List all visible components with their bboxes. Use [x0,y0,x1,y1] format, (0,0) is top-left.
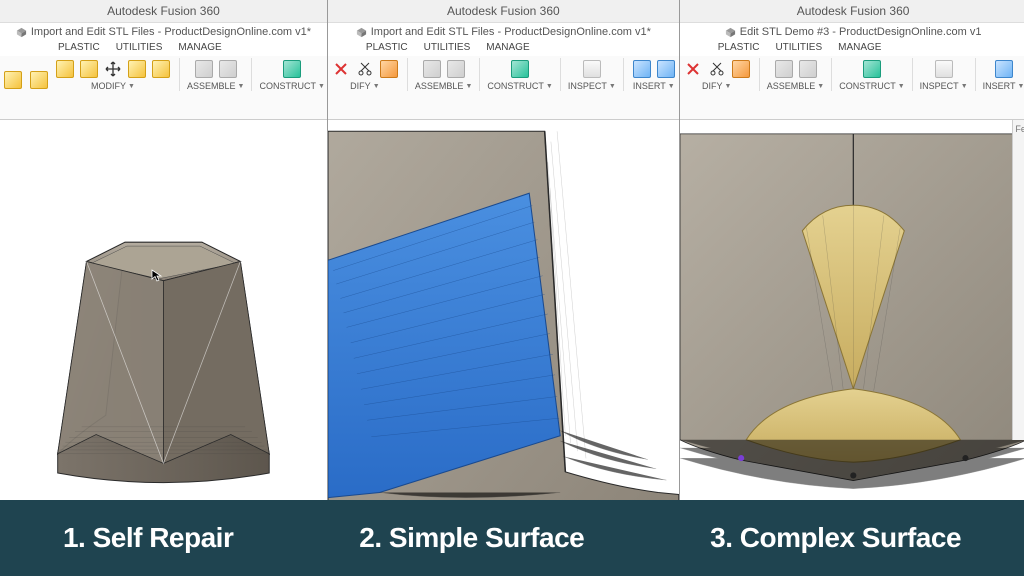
group-construct[interactable]: CONSTRUCT▼ [259,81,324,91]
tool-hole[interactable] [126,58,148,80]
tool-assemble-joint[interactable] [445,58,467,80]
ribbon-header: PLASTIC UTILITIES MANAGE [328,41,679,56]
tool-construct-plane[interactable] [281,58,303,80]
ribbon-tab-manage[interactable]: MANAGE [478,41,537,54]
document-title: Edit STL Demo #3 - ProductDesignOnline.c… [680,23,1024,41]
ribbon-tab-utilities[interactable]: UTILITIES [416,41,479,54]
document-icon [16,27,27,38]
group-inspect[interactable]: INSPECT▼ [920,81,968,91]
ribbon-tab-plastic[interactable]: PLASTIC [50,41,108,54]
app-title: Autodesk Fusion 360 [0,0,327,23]
document-title: Import and Edit STL Files - ProductDesig… [328,23,679,41]
document-icon [356,27,367,38]
tool-combine[interactable] [150,58,172,80]
ribbon-tab-plastic[interactable]: PLASTIC [358,41,416,54]
ribbon-toolbar: MODIFY▼ ASSEMBLE▼ CONSTRUCT▼ [0,56,327,120]
tool-insert-decal[interactable] [655,58,677,80]
ribbon-header: PLASTIC UTILITIES MANAGE [0,41,327,56]
ribbon-tab-utilities[interactable]: UTILITIES [108,41,171,54]
app-title: Autodesk Fusion 360 [680,0,1024,23]
panel-simple-surface: Autodesk Fusion 360 Import and Edit STL … [328,0,680,576]
tool-insert-image[interactable] [993,58,1015,80]
group-modify-trunc[interactable]: DIFY▼ [350,81,379,91]
panel-complex-surface: Autodesk Fusion 360 Edit STL Demo #3 - P… [680,0,1024,576]
three-panel-layout: Autodesk Fusion 360 Import and Edit STL … [0,0,1024,576]
group-assemble[interactable]: ASSEMBLE▼ [767,81,824,91]
tool-cut[interactable] [354,58,376,80]
document-title: Import and Edit STL Files - ProductDesig… [0,23,327,41]
ribbon-tab-manage[interactable]: MANAGE [170,41,229,54]
app-title: Autodesk Fusion 360 [328,0,679,23]
tool-sheetmetal[interactable] [2,69,24,91]
group-construct[interactable]: CONSTRUCT▼ [487,81,552,91]
group-insert[interactable]: INSERT▼ [983,81,1024,91]
tool-delete[interactable] [330,58,352,80]
tool-move[interactable] [102,58,124,80]
caption-1: 1. Self Repair [63,522,233,554]
tool-assemble-new[interactable] [193,58,215,80]
group-modify[interactable]: MODIFY▼ [91,81,135,91]
group-assemble[interactable]: ASSEMBLE▼ [415,81,472,91]
panel-self-repair: Autodesk Fusion 360 Import and Edit STL … [0,0,328,576]
group-construct[interactable]: CONSTRUCT▼ [839,81,904,91]
ribbon-toolbar: DIFY▼ ASSEMBLE▼ CONSTRUCT▼ [680,56,1024,120]
group-assemble[interactable]: ASSEMBLE▼ [187,81,244,91]
document-icon [725,27,736,38]
tool-inspect-measure[interactable] [581,58,603,80]
group-inspect[interactable]: INSPECT▼ [568,81,616,91]
tool-box[interactable] [54,58,76,80]
ribbon-tab-utilities[interactable]: UTILITIES [767,41,830,54]
tool-assemble-new[interactable] [773,58,795,80]
group-modify-trunc[interactable]: DIFY▼ [702,81,731,91]
tool-assemble-joint[interactable] [217,58,239,80]
tool-construct-plane[interactable] [861,58,883,80]
tool-construct-plane[interactable] [509,58,531,80]
caption-bar: 1. Self Repair 2. Simple Surface 3. Comp… [0,500,1024,576]
tool-inspect-measure[interactable] [933,58,955,80]
tool-cylinder[interactable] [78,58,100,80]
tool-cut[interactable] [706,58,728,80]
caption-2: 2. Simple Surface [359,522,584,554]
ribbon-tab-manage[interactable]: MANAGE [830,41,889,54]
mouse-cursor [150,268,164,282]
tool-insert-image[interactable] [631,58,653,80]
tool-assemble-joint[interactable] [797,58,819,80]
group-insert[interactable]: INSERT▼ [633,81,675,91]
ribbon-tab-plastic[interactable]: PLASTIC [710,41,768,54]
side-properties-panel[interactable]: Fe [1012,120,1024,440]
tool-scale[interactable] [378,58,400,80]
ribbon-header: PLASTIC UTILITIES MANAGE [680,41,1024,56]
tool-emboss[interactable] [28,69,50,91]
ribbon-toolbar: DIFY▼ ASSEMBLE▼ CONSTRUCT▼ [328,56,679,120]
tool-delete[interactable] [682,58,704,80]
caption-3: 3. Complex Surface [710,522,961,554]
tool-assemble-new[interactable] [421,58,443,80]
tool-scale[interactable] [730,58,752,80]
